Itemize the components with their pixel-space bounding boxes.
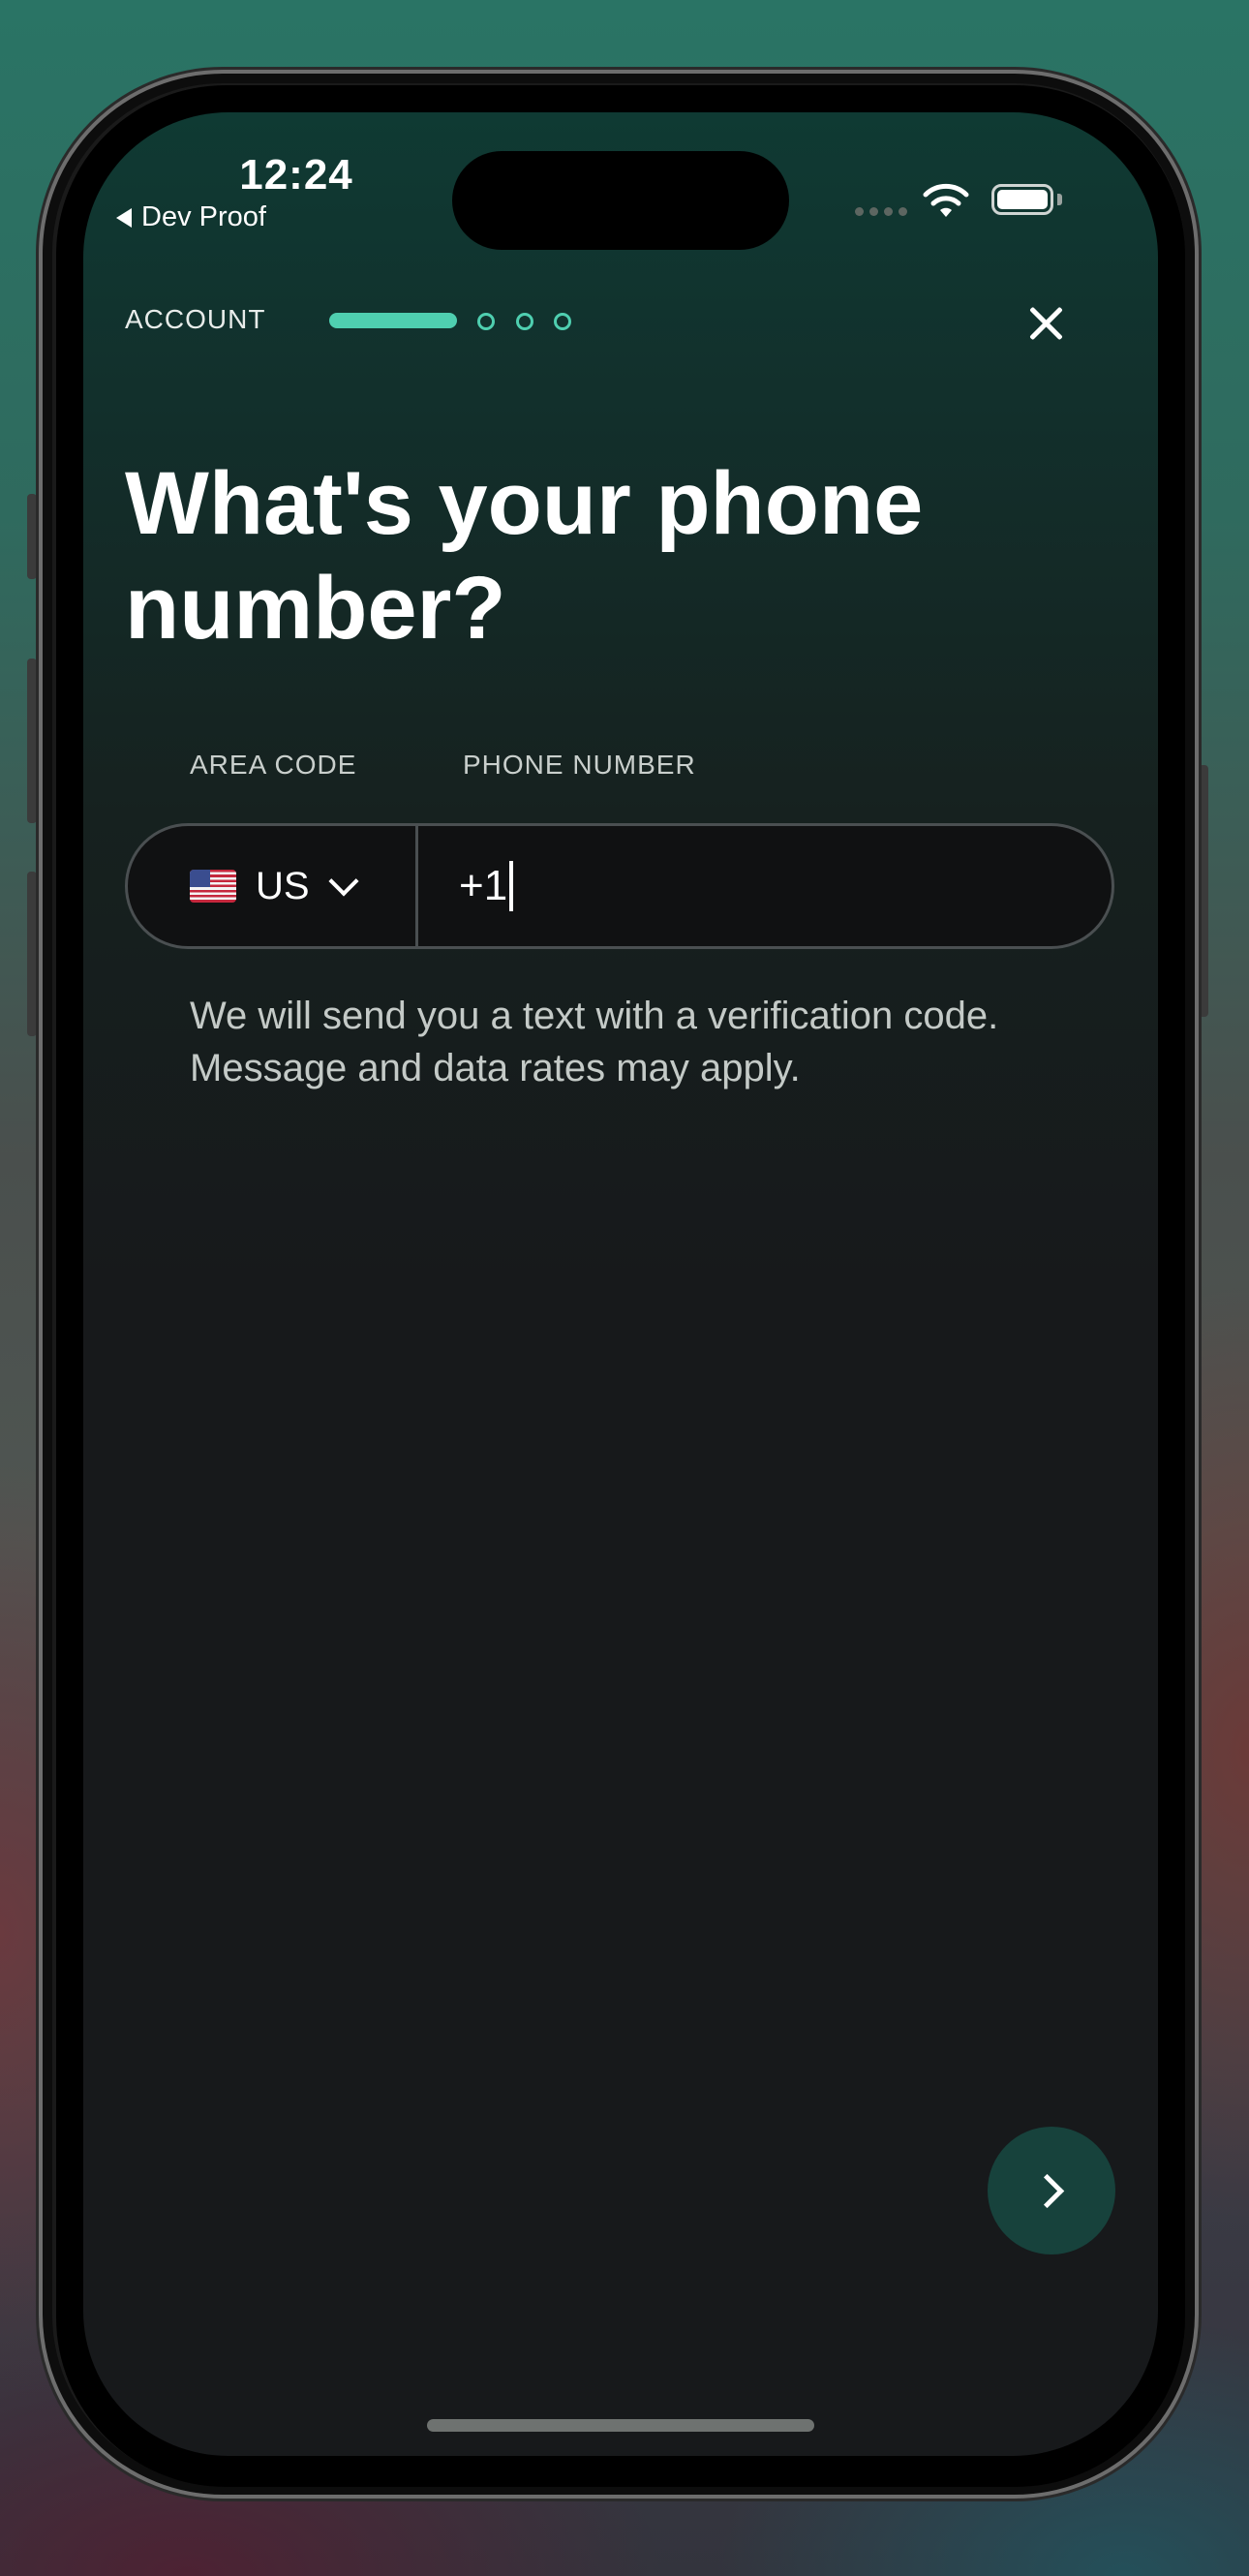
next-button[interactable] xyxy=(988,2127,1115,2254)
phone-number-input[interactable]: +1 xyxy=(418,826,1112,946)
step-label: ACCOUNT xyxy=(125,304,266,334)
battery-icon xyxy=(991,184,1053,215)
close-icon[interactable] xyxy=(1024,302,1067,345)
helper-text: We will send you a text with a verificat… xyxy=(190,995,999,1089)
home-indicator[interactable] xyxy=(427,2419,814,2432)
chevron-right-icon xyxy=(1029,2173,1064,2208)
phone-screen: 12:24 Dev Proof ACCOUNT What's your phon… xyxy=(83,112,1158,2456)
back-to-app-link[interactable]: Dev Proof xyxy=(116,201,266,233)
progress-step-active xyxy=(329,313,457,328)
signal-icon xyxy=(855,207,907,216)
back-arrow-icon xyxy=(116,207,132,228)
status-time: 12:24 xyxy=(239,151,353,199)
progress-step-dot xyxy=(554,313,571,330)
us-flag-icon xyxy=(190,870,236,903)
progress-step-dot xyxy=(477,313,495,330)
volume-down-button xyxy=(27,872,37,1036)
page-title: What's your phone number? xyxy=(125,454,924,658)
power-button xyxy=(1199,765,1208,1017)
country-code-value: US xyxy=(256,864,310,907)
progress-step-dot xyxy=(516,313,533,330)
country-code-select[interactable]: US xyxy=(128,826,418,946)
phone-number-label: PHONE NUMBER xyxy=(463,750,696,780)
volume-up-button xyxy=(27,659,37,823)
phone-input-group: US +1 xyxy=(125,823,1114,949)
phone-number-value: +1 xyxy=(459,862,508,909)
chevron-down-icon xyxy=(328,866,359,897)
dynamic-island xyxy=(452,151,789,250)
area-code-label: AREA CODE xyxy=(190,750,357,780)
action-button xyxy=(27,494,37,579)
text-cursor xyxy=(509,861,514,911)
wifi-icon xyxy=(923,183,969,217)
back-app-label: Dev Proof xyxy=(141,201,266,232)
battery-cap xyxy=(1057,194,1062,205)
